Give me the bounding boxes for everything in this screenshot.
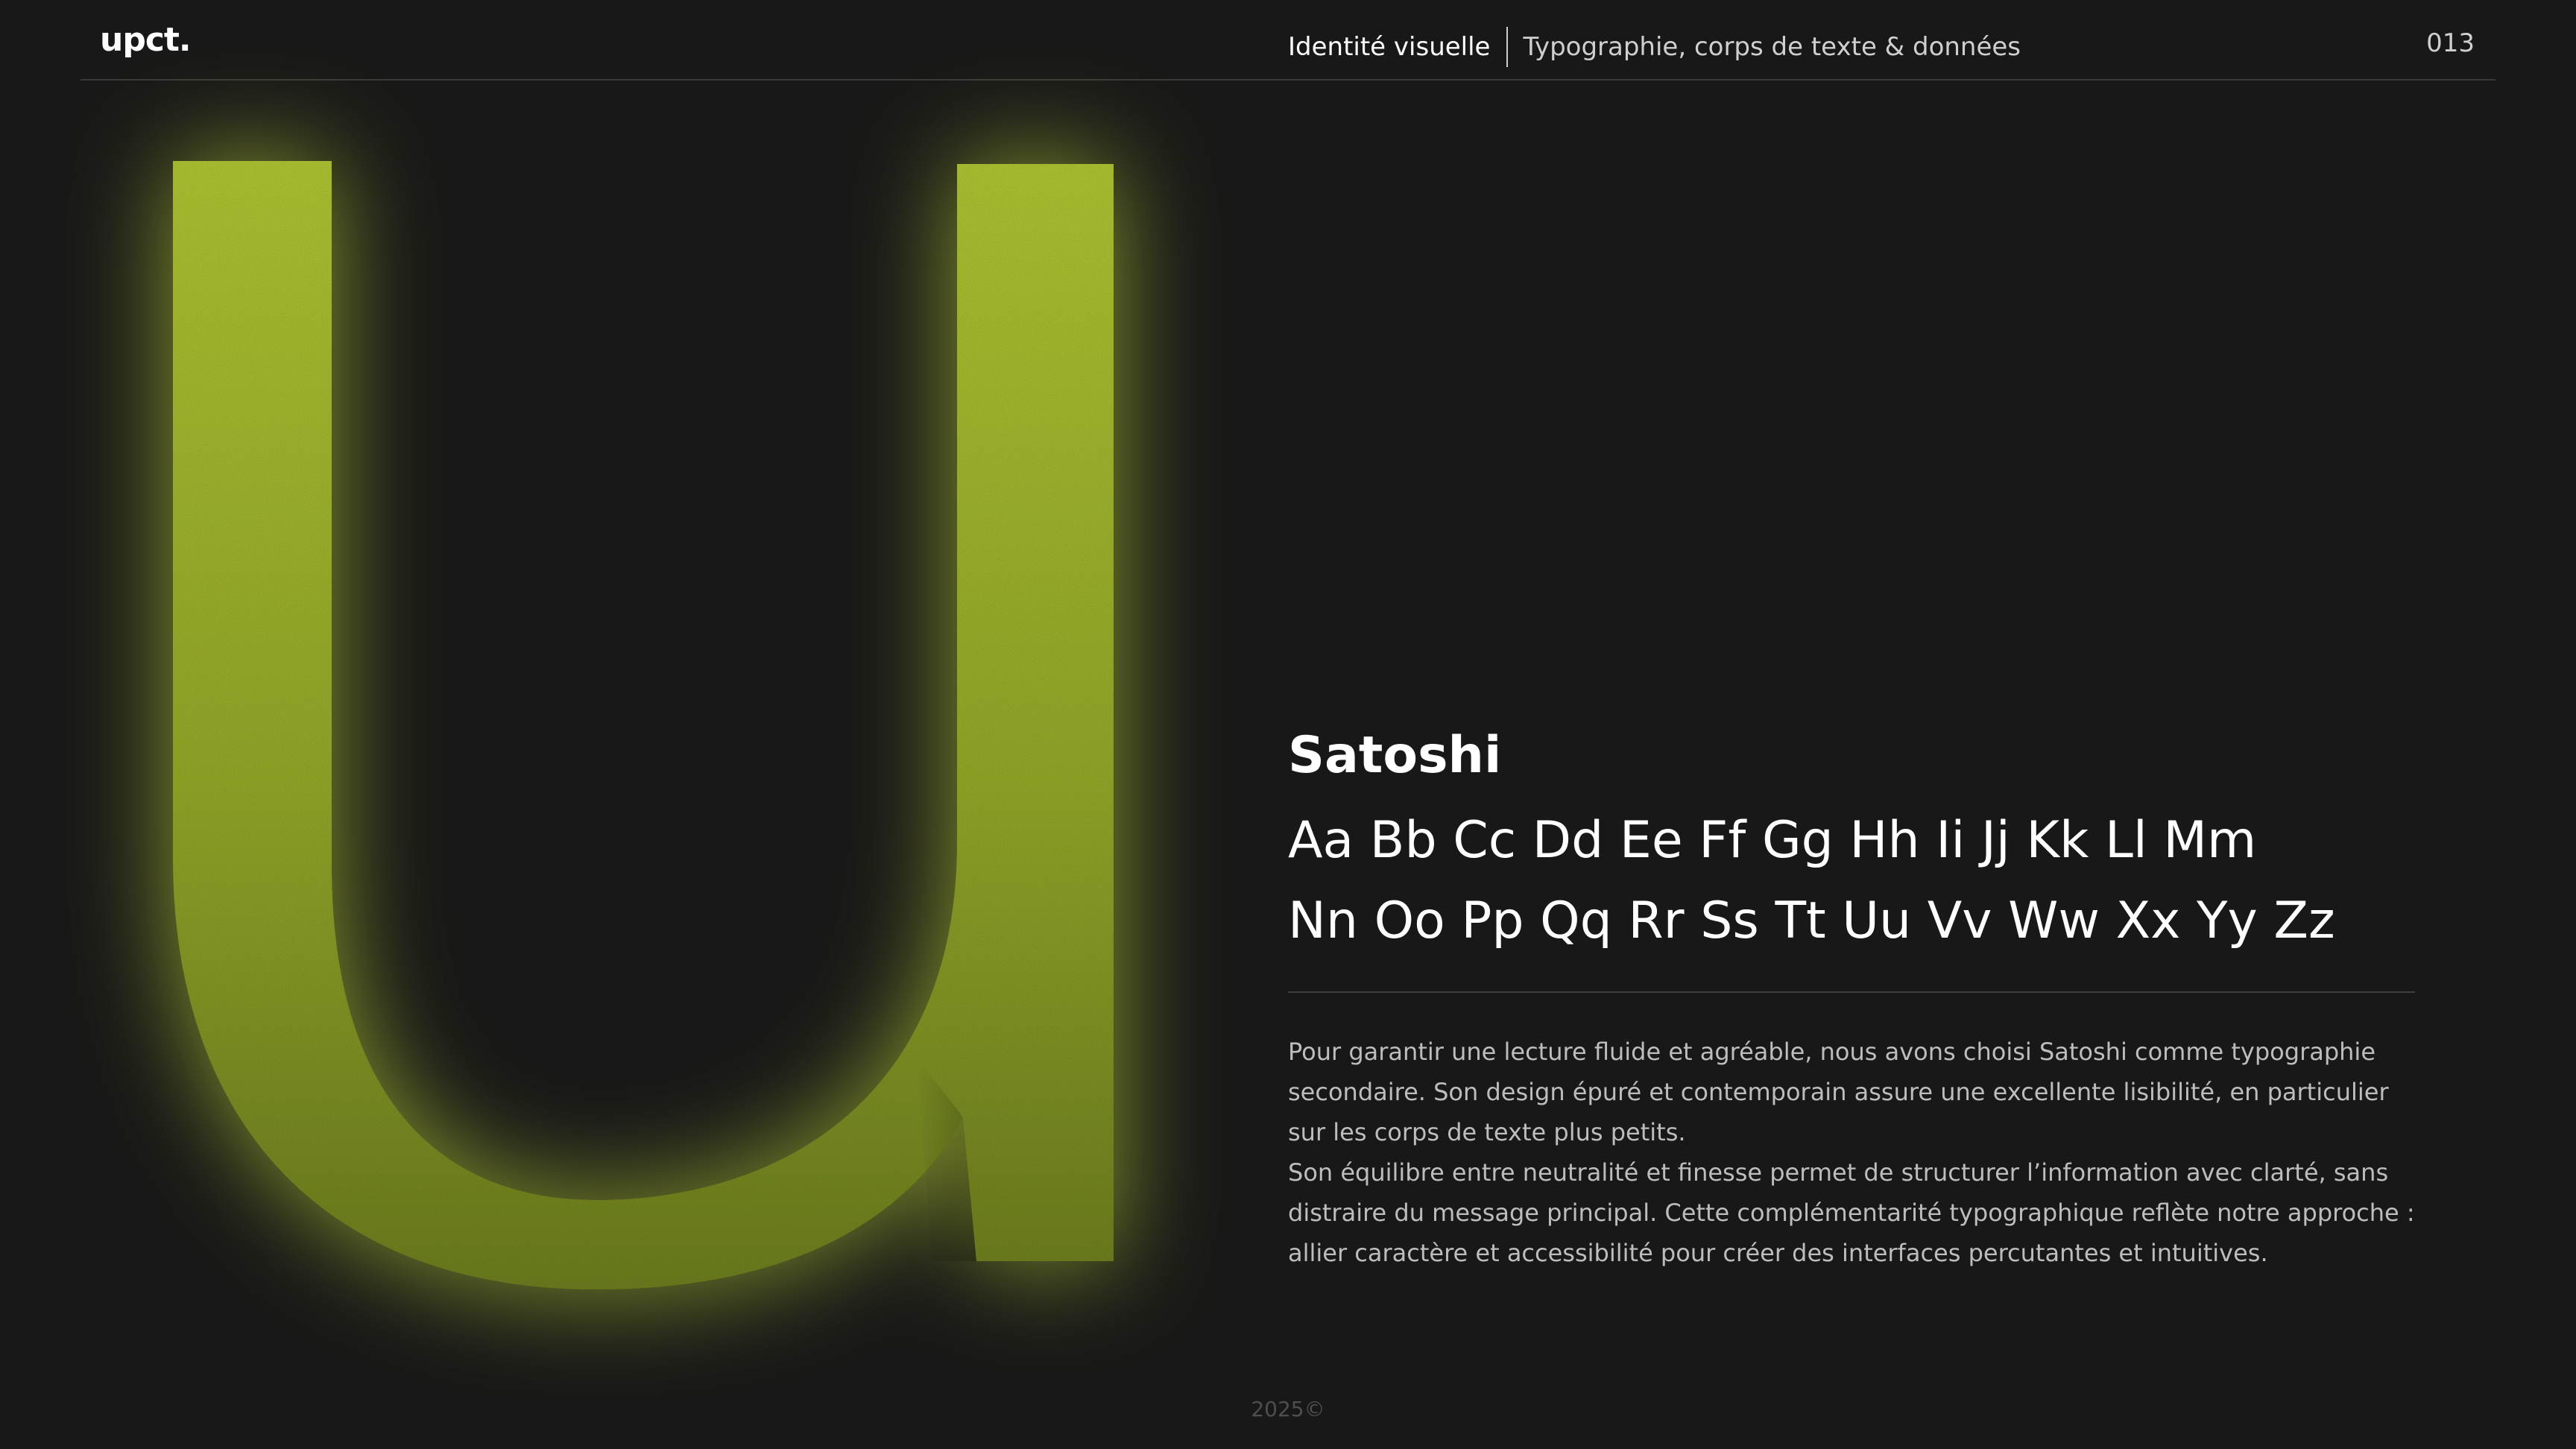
breadcrumb-section: Identité visuelle [1288, 32, 1491, 62]
alphabet-specimen: Aa Bb Cc Dd Ee Ff Gg Hh Ii Jj Kk Ll Mm N… [1288, 801, 2421, 962]
typeface-name: Satoshi [1288, 726, 1502, 785]
breadcrumb-page-title: Typographie, corps de texte & données [1523, 32, 2021, 62]
alphabet-line-1: Aa Bb Cc Dd Ee Ff Gg Hh Ii Jj Kk Ll Mm [1288, 811, 2257, 870]
page-number: 013 [2426, 28, 2475, 58]
typeface-description: Pour garantir une lecture fluide et agré… [1288, 1032, 2415, 1273]
footer-copyright: 2025© [1251, 1397, 1325, 1421]
glyph-u-illustration [173, 161, 1114, 1289]
breadcrumb: Identité visuelle Typographie, corps de … [1288, 27, 2021, 67]
alphabet-line-2: Nn Oo Pp Qq Rr Ss Tt Uu Vv Ww Xx Yy Zz [1288, 891, 2335, 950]
glyph-u-shape [173, 161, 1114, 1289]
section-divider [1288, 991, 2415, 993]
breadcrumb-divider [1506, 27, 1509, 67]
description-paragraph-1: Pour garantir une lecture fluide et agré… [1288, 1038, 2389, 1146]
typeface-specimen: Satoshi Aa Bb Cc Dd Ee Ff Gg Hh Ii Jj Kk… [1288, 730, 2421, 1273]
description-paragraph-2: Son équilibre entre neutralité et finess… [1288, 1158, 2415, 1267]
